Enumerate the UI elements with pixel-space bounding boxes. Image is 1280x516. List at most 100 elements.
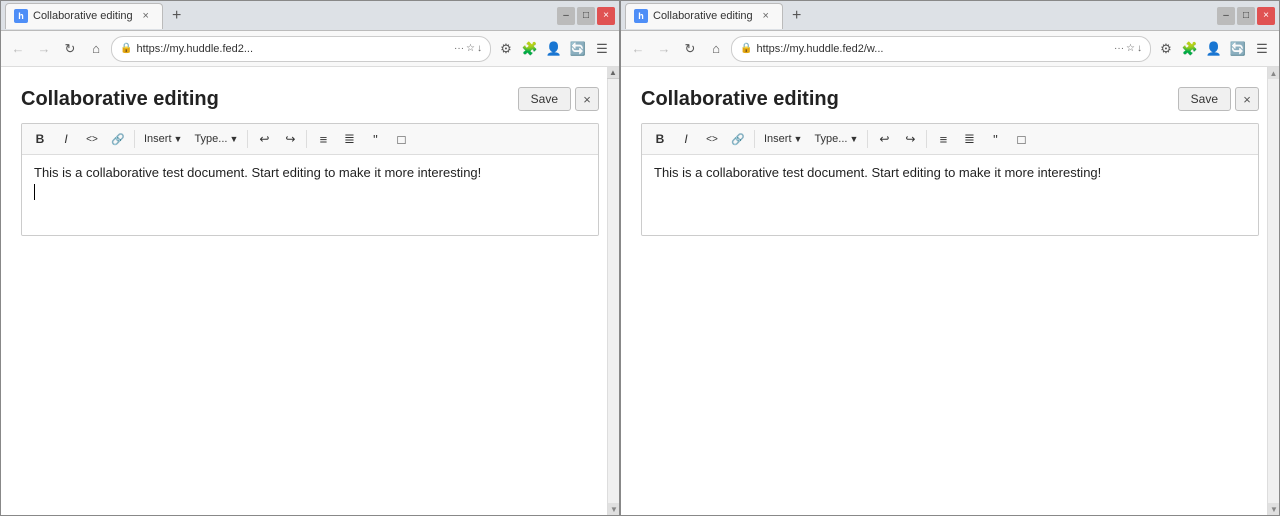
sync-icon-left[interactable]: 🔄 — [567, 38, 589, 60]
editor-toolbar-left: B I <> 🔗 Insert ▼ Type... ▼ ↩ ↪ — [22, 124, 598, 155]
addr-bookmark-icon[interactable]: ☆ — [466, 43, 475, 54]
addr-menu-icon-right[interactable]: ··· — [1114, 43, 1124, 54]
scroll-up-left[interactable]: ▲ — [607, 67, 619, 79]
type-dropdown-left[interactable]: Type... ▼ — [189, 131, 243, 147]
address-bar-right[interactable]: 🔒 https://my.huddle.fed2/w... ··· ☆ ↓ — [731, 36, 1151, 62]
menu-icon-right[interactable]: ☰ — [1251, 38, 1273, 60]
list-ul-button-right[interactable]: ≡ — [931, 128, 955, 150]
extensions-icon-right[interactable]: 🧩 — [1179, 38, 1201, 60]
sync-icon-right[interactable]: 🔄 — [1227, 38, 1249, 60]
doc-title-right: Collaborative editing — [641, 88, 1178, 111]
list-ul-button-left[interactable]: ≡ — [311, 128, 335, 150]
toolbar-sep-1-right — [754, 130, 755, 148]
page-content-right: Collaborative editing Save × B I <> 🔗 In… — [621, 67, 1279, 515]
tools-icon-left[interactable]: ⚙ — [495, 38, 517, 60]
reload-button-right[interactable]: ↻ — [679, 38, 701, 60]
doc-area-left: Collaborative editing Save × B I <> 🔗 In… — [1, 67, 619, 246]
tab-left[interactable]: h Collaborative editing × — [5, 3, 163, 29]
undo-button-right[interactable]: ↩ — [872, 128, 896, 150]
doc-actions-right: Save × — [1178, 87, 1259, 111]
code-button-left[interactable]: <> — [80, 128, 104, 150]
doc-actions-left: Save × — [518, 87, 599, 111]
addr-download-icon[interactable]: ↓ — [477, 43, 482, 54]
address-icons-right: ··· ☆ ↓ — [1114, 43, 1142, 54]
tools-icon-right[interactable]: ⚙ — [1155, 38, 1177, 60]
address-text-right: https://my.huddle.fed2/w... — [756, 43, 1110, 55]
addr-menu-icon[interactable]: ··· — [454, 43, 464, 54]
scrollbar-left[interactable]: ▲ ▼ — [607, 67, 619, 515]
redo-button-right[interactable]: ↪ — [898, 128, 922, 150]
scroll-up-arrow-right[interactable]: ▲ — [1268, 67, 1279, 79]
save-button-left[interactable]: Save — [518, 87, 571, 111]
new-tab-button-right[interactable]: + — [785, 4, 809, 28]
doc-header-right: Collaborative editing Save × — [641, 87, 1259, 111]
forward-button-left[interactable]: → — [33, 38, 55, 60]
forward-button-right[interactable]: → — [653, 38, 675, 60]
editor-right: B I <> 🔗 Insert ▼ Type... ▼ ↩ ↪ — [641, 123, 1259, 236]
page-content-left: ▲ Collaborative editing Save × B I <> 🔗 — [1, 67, 619, 515]
editor-toolbar-right: B I <> 🔗 Insert ▼ Type... ▼ ↩ ↪ — [642, 124, 1258, 155]
bold-button-left[interactable]: B — [28, 128, 52, 150]
scrollbar-right[interactable]: ▲ ▼ — [1267, 67, 1279, 515]
undo-button-left[interactable]: ↩ — [252, 128, 276, 150]
tab-favicon-right: h — [634, 9, 648, 23]
layout-button-left[interactable]: □ — [389, 128, 413, 150]
toolbar-sep-3-left — [306, 130, 307, 148]
minimize-button-left[interactable]: – — [557, 7, 575, 25]
link-button-left[interactable]: 🔗 — [106, 128, 130, 150]
list-ol-button-right[interactable]: ≣ — [957, 128, 981, 150]
nav-bar-right: ← → ↻ ⌂ 🔒 https://my.huddle.fed2/w... ··… — [621, 31, 1279, 67]
home-button-left[interactable]: ⌂ — [85, 38, 107, 60]
tab-close-right[interactable]: × — [758, 8, 774, 24]
quote-button-right[interactable]: " — [983, 128, 1007, 150]
extensions-icon-left[interactable]: 🧩 — [519, 38, 541, 60]
doc-title-left: Collaborative editing — [21, 88, 518, 111]
close-doc-button-right[interactable]: × — [1235, 87, 1259, 111]
window-controls-right: – □ × — [1217, 7, 1275, 25]
tab-close-left[interactable]: × — [138, 8, 154, 24]
scroll-down-arrow-right[interactable]: ▼ — [1268, 503, 1279, 515]
addr-bookmark-icon-right[interactable]: ☆ — [1126, 43, 1135, 54]
toolbar-sep-3-right — [926, 130, 927, 148]
insert-dropdown-right[interactable]: Insert ▼ — [759, 131, 807, 147]
addr-download-icon-right[interactable]: ↓ — [1137, 43, 1142, 54]
redo-button-left[interactable]: ↪ — [278, 128, 302, 150]
doc-area-right: Collaborative editing Save × B I <> 🔗 In… — [621, 67, 1279, 246]
home-button-right[interactable]: ⌂ — [705, 38, 727, 60]
quote-button-left[interactable]: " — [363, 128, 387, 150]
back-button-right[interactable]: ← — [627, 38, 649, 60]
italic-button-left[interactable]: I — [54, 128, 78, 150]
new-tab-button-left[interactable]: + — [165, 4, 189, 28]
save-button-right[interactable]: Save — [1178, 87, 1231, 111]
italic-button-right[interactable]: I — [674, 128, 698, 150]
reload-button-left[interactable]: ↻ — [59, 38, 81, 60]
link-button-right[interactable]: 🔗 — [726, 128, 750, 150]
maximize-button-right[interactable]: □ — [1237, 7, 1255, 25]
nav-bar-left: ← → ↻ ⌂ 🔒 https://my.huddle.fed2... ··· … — [1, 31, 619, 67]
type-dropdown-right[interactable]: Type... ▼ — [809, 131, 863, 147]
close-button-left[interactable]: × — [597, 7, 615, 25]
menu-icon-left[interactable]: ☰ — [591, 38, 613, 60]
bold-button-right[interactable]: B — [648, 128, 672, 150]
scroll-down-arrow-left[interactable]: ▼ — [608, 503, 619, 515]
layout-button-right[interactable]: □ — [1009, 128, 1033, 150]
tab-right[interactable]: h Collaborative editing × — [625, 3, 783, 29]
editor-content-right: This is a collaborative test document. S… — [654, 165, 1246, 180]
nav-toolbar-left: ⚙ 🧩 👤 🔄 ☰ — [495, 38, 613, 60]
title-bar-right: h Collaborative editing × + – □ × — [621, 1, 1279, 31]
code-button-right[interactable]: <> — [700, 128, 724, 150]
editor-body-right[interactable]: This is a collaborative test document. S… — [642, 155, 1258, 235]
editor-body-left[interactable]: This is a collaborative test document. S… — [22, 155, 598, 235]
address-bar-left[interactable]: 🔒 https://my.huddle.fed2... ··· ☆ ↓ — [111, 36, 491, 62]
insert-dropdown-left[interactable]: Insert ▼ — [139, 131, 187, 147]
back-button-left[interactable]: ← — [7, 38, 29, 60]
doc-header-left: Collaborative editing Save × — [21, 87, 599, 111]
address-icons-left: ··· ☆ ↓ — [454, 43, 482, 54]
profile-icon-right[interactable]: 👤 — [1203, 38, 1225, 60]
close-button-right[interactable]: × — [1257, 7, 1275, 25]
close-doc-button-left[interactable]: × — [575, 87, 599, 111]
maximize-button-left[interactable]: □ — [577, 7, 595, 25]
minimize-button-right[interactable]: – — [1217, 7, 1235, 25]
list-ol-button-left[interactable]: ≣ — [337, 128, 361, 150]
profile-icon-left[interactable]: 👤 — [543, 38, 565, 60]
